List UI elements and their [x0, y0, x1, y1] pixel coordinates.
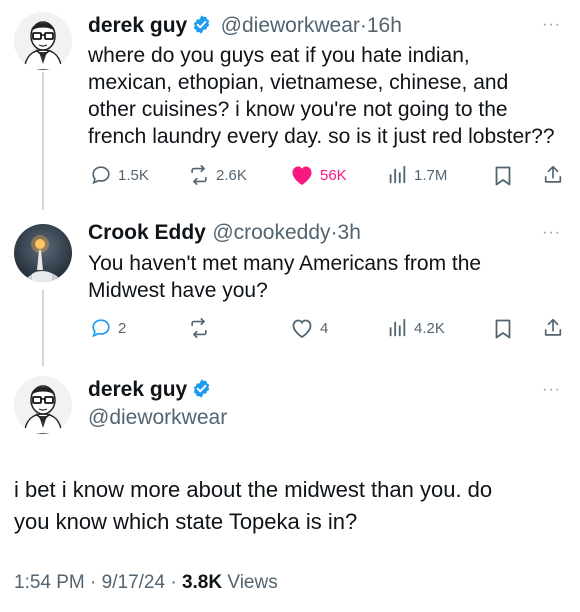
tweet-text-line: other cuisines? i know you're not going …: [88, 98, 508, 121]
tweet-text-line: french laundry every day. so is it just …: [88, 125, 555, 148]
tweet-text: where do you guys eat if you hate indian…: [88, 42, 568, 150]
tweet-text-line: You haven't met many Americans from the: [88, 252, 482, 275]
views-icon: [389, 318, 406, 337]
reply-icon: [92, 319, 110, 338]
repost-count: 2.6K: [216, 166, 247, 184]
share-icon[interactable]: [542, 317, 564, 344]
dot-separator: ·: [90, 572, 97, 593]
tweet-time[interactable]: 16h: [367, 14, 402, 37]
author-handle[interactable]: @dieworkwear: [88, 406, 227, 430]
more-icon[interactable]: ···: [542, 381, 561, 399]
views-count: 1.7M: [414, 166, 448, 184]
views-label: Views: [227, 572, 278, 593]
tweet-header: derek guy @dieworkwear·16h: [88, 14, 402, 40]
bookmark-icon[interactable]: [493, 318, 513, 345]
post-date[interactable]: 9/17/24: [102, 572, 165, 593]
views-icon: [389, 165, 406, 184]
author-handle[interactable]: @dieworkwear: [221, 14, 360, 37]
share-icon[interactable]: [542, 164, 564, 191]
main-tweet-text: i bet i know more about the midwest than…: [14, 474, 570, 538]
avatar[interactable]: [14, 12, 72, 70]
dot-separator: ·: [330, 221, 338, 244]
like-button[interactable]: 4: [290, 317, 328, 339]
more-icon[interactable]: ···: [542, 16, 561, 34]
like-button[interactable]: 56K: [290, 164, 347, 186]
tweet-text-line: i bet i know more about the midwest than…: [14, 477, 493, 502]
repost-icon: [191, 318, 207, 338]
repost-button[interactable]: [188, 317, 216, 339]
dot-separator: ·: [359, 14, 367, 37]
author-name[interactable]: derek guy: [88, 378, 187, 401]
tweet-text-line: where do you guys eat if you hate indian…: [88, 44, 470, 67]
tweet-text-line: mexican, ethopian, vietnamese, chinese, …: [88, 71, 509, 94]
views-button[interactable]: 1.7M: [386, 164, 447, 186]
author-name[interactable]: derek guy: [88, 14, 187, 37]
post-time[interactable]: 1:54 PM: [14, 572, 85, 593]
verified-badge-icon: [191, 14, 212, 40]
like-icon: [292, 319, 312, 339]
author-handle[interactable]: @crookeddy: [212, 221, 330, 244]
repost-button[interactable]: 2.6K: [188, 164, 247, 186]
tweet-text-line: you know which state Topeka is in?: [14, 509, 358, 534]
reply-icon: [92, 166, 110, 185]
views-count: 3.8K: [181, 572, 223, 593]
reply-count: 2: [118, 319, 127, 337]
avatar[interactable]: [14, 224, 72, 282]
tweet-text: You haven't met many Americans from the …: [88, 250, 568, 304]
avatar[interactable]: [14, 376, 72, 434]
repost-icon: [191, 165, 207, 185]
tweet-timestamp: 1:54 PM · 9/17/24 · 3.8K Views: [14, 572, 278, 594]
reply-count: 1.5K: [118, 166, 149, 184]
thread-line: [42, 290, 44, 366]
views-count: 4.2K: [414, 319, 445, 337]
tweet-time[interactable]: 3h: [338, 221, 361, 244]
reply-button[interactable]: 1.5K: [90, 164, 149, 186]
author-name[interactable]: Crook Eddy: [88, 221, 206, 244]
like-count: 56K: [320, 166, 347, 184]
main-tweet-header: derek guy: [88, 378, 212, 404]
dot-separator: ·: [170, 572, 177, 593]
bookmark-icon[interactable]: [493, 165, 513, 192]
tweet-header: Crook Eddy @crookeddy·3h: [88, 221, 361, 245]
tweet-text-line: Midwest have you?: [88, 279, 268, 302]
like-icon: [292, 166, 312, 185]
like-count: 4: [320, 319, 329, 337]
more-icon[interactable]: ···: [542, 224, 561, 242]
views-button[interactable]: 4.2K: [386, 317, 445, 339]
reply-button[interactable]: 2: [90, 317, 126, 339]
verified-badge-icon: [191, 378, 212, 404]
thread-line: [42, 72, 44, 210]
